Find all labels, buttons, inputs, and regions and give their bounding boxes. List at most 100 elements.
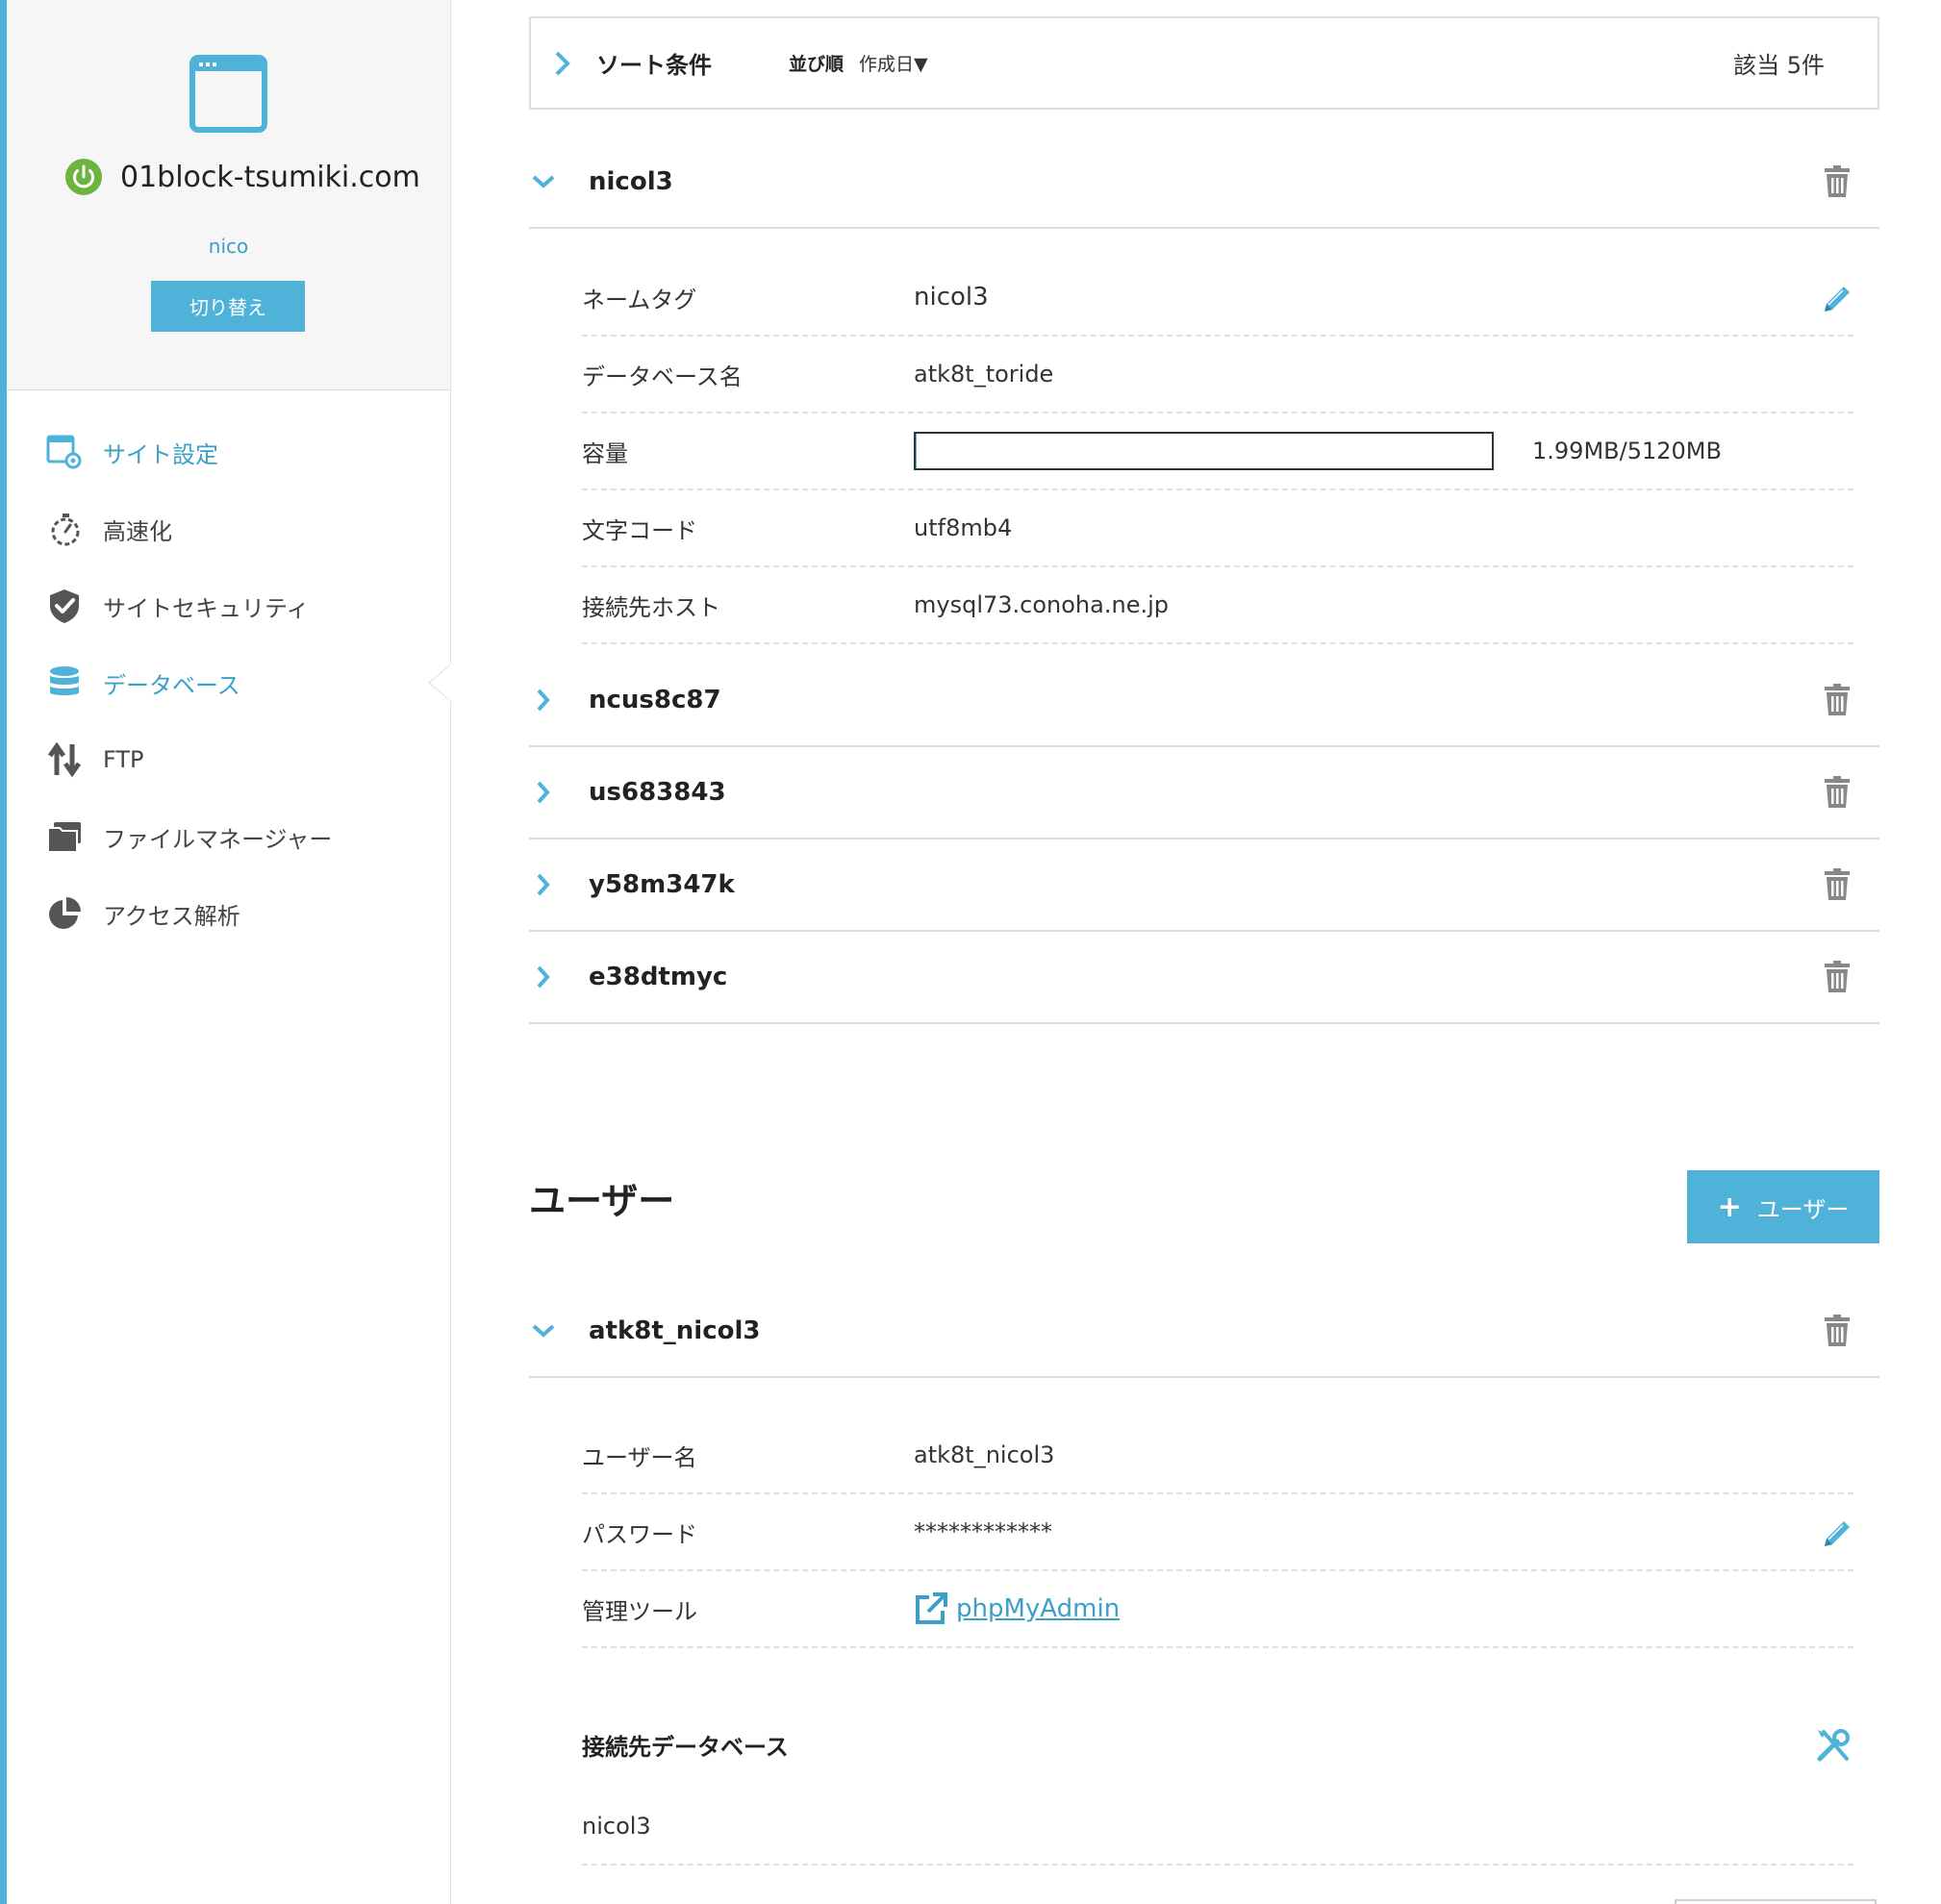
detail-row-password: パスワード ************	[582, 1494, 1853, 1571]
detail-row-dbname: データベース名 atk8t_toride	[582, 337, 1853, 413]
chevron-down-icon	[529, 167, 558, 196]
detail-value: nicol3	[914, 283, 989, 312]
chevron-down-icon	[529, 1316, 558, 1345]
detail-row-host: 接続先ホスト mysql73.conoha.ne.jp	[582, 567, 1853, 644]
connected-db-value: nicol3	[582, 1813, 651, 1840]
database-accordion-header[interactable]: e38dtmyc	[529, 932, 1879, 1024]
detail-row-nametag: ネームタグ nicol3	[582, 260, 1853, 337]
nav-item-file-manager[interactable]: ファイルマネージャー	[7, 798, 450, 875]
wrench-screwdriver-icon[interactable]	[1814, 1726, 1853, 1765]
add-user-label: ユーザー	[1756, 1195, 1850, 1223]
pencil-icon[interactable]	[1821, 283, 1853, 315]
database-name: ncus8c87	[589, 686, 721, 714]
nav-item-site-settings[interactable]: サイト設定	[7, 413, 450, 490]
site-domain: 01block-tsumiki.com	[120, 160, 420, 194]
detail-row-username: ユーザー名 atk8t_nicol3	[582, 1417, 1853, 1494]
trash-icon[interactable]	[1824, 868, 1851, 901]
folder-icon	[45, 817, 84, 856]
shield-check-icon	[45, 587, 84, 625]
sort-order-label: 並び順	[789, 54, 844, 75]
detail-value: utf8mb4	[914, 514, 1013, 541]
site-card: 01block-tsumiki.com nico 切り替え	[7, 0, 450, 390]
chevron-right-icon	[529, 778, 558, 807]
detail-label: 管理ツール	[582, 1597, 697, 1625]
detail-label: データベース名	[582, 363, 743, 390]
chevron-right-icon	[555, 51, 570, 75]
users-section-title: ユーザー	[529, 1180, 675, 1222]
nav-item-ftp[interactable]: FTP	[7, 721, 450, 798]
switch-site-button[interactable]: 切り替え	[151, 281, 305, 332]
nav-item-access-analytics[interactable]: アクセス解析	[7, 875, 450, 952]
detail-label: 文字コード	[582, 516, 697, 544]
database-name: e38dtmyc	[589, 963, 728, 991]
database-accordion-header[interactable]: y58m347k	[529, 839, 1879, 932]
nav-label: アクセス解析	[103, 902, 240, 930]
trash-icon[interactable]	[1824, 684, 1851, 716]
chevron-right-icon	[529, 686, 558, 714]
partial-bottom-element	[1675, 1899, 1877, 1904]
connected-db-title: 接続先データベース	[582, 1734, 789, 1761]
detail-value: mysql73.conoha.ne.jp	[914, 591, 1169, 618]
database-name: nicol3	[589, 167, 673, 196]
user-accordion-header[interactable]: atk8t_nicol3	[529, 1286, 1879, 1378]
nav-label: ファイルマネージャー	[103, 825, 333, 853]
nav-label: サイトセキュリティ	[103, 594, 310, 622]
detail-label: パスワード	[582, 1520, 697, 1548]
sort-order-dropdown[interactable]: 作成日▼	[859, 50, 928, 76]
phpmyadmin-link[interactable]: phpMyAdmin	[914, 1591, 1120, 1626]
add-user-button[interactable]: + ユーザー	[1687, 1170, 1879, 1243]
sidebar-nav: サイト設定 高速化 サイトセキュリティ データベース FTP ファイルマネージャ…	[7, 413, 451, 952]
database-accordion-header[interactable]: us683843	[529, 747, 1879, 839]
pie-chart-icon	[45, 894, 84, 933]
account-name: nico	[208, 235, 249, 258]
trash-icon[interactable]	[1824, 961, 1851, 993]
database-accordion-header[interactable]: ncus8c87	[529, 655, 1879, 747]
detail-row-capacity: 容量 1.99MB/5120MB	[582, 413, 1853, 490]
detail-row-admin-tool: 管理ツール phpMyAdmin	[582, 1571, 1853, 1648]
nav-item-security[interactable]: サイトセキュリティ	[7, 567, 450, 644]
plus-icon: +	[1717, 1190, 1742, 1224]
nav-item-speedup[interactable]: 高速化	[7, 490, 450, 567]
site-settings-icon	[45, 433, 84, 471]
power-icon	[65, 159, 102, 195]
sort-bar[interactable]: ソート条件 並び順 作成日▼ 該当 5件	[529, 16, 1879, 110]
capacity-text: 1.99MB/5120MB	[1532, 438, 1722, 464]
capacity-bar	[914, 432, 1494, 470]
connected-db-row: nicol3	[582, 1789, 1853, 1866]
trash-icon[interactable]	[1824, 165, 1851, 198]
user-name: atk8t_nicol3	[589, 1316, 761, 1345]
browser-window-icon	[189, 55, 267, 133]
detail-label: 容量	[582, 439, 628, 467]
database-name: y58m347k	[589, 870, 735, 899]
chevron-right-icon	[529, 870, 558, 899]
sidebar: 01block-tsumiki.com nico 切り替え サイト設定 高速化 …	[7, 0, 451, 1904]
trash-icon[interactable]	[1824, 1315, 1851, 1347]
nav-label: データベース	[103, 671, 240, 699]
phpmyadmin-link-label: phpMyAdmin	[956, 1594, 1121, 1623]
detail-label: ネームタグ	[582, 286, 697, 313]
detail-label: 接続先ホスト	[582, 593, 720, 621]
transfer-arrows-icon	[45, 740, 84, 779]
left-edge-strip	[0, 0, 7, 1904]
pencil-icon[interactable]	[1821, 1517, 1853, 1550]
external-link-icon	[916, 1592, 947, 1624]
nav-label: 高速化	[103, 517, 172, 545]
database-name: us683843	[589, 778, 726, 807]
password-value: ************	[914, 1518, 1052, 1545]
nav-item-database[interactable]: データベース	[7, 644, 451, 721]
nav-label: サイト設定	[103, 440, 218, 468]
sort-title: ソート条件	[596, 52, 712, 79]
chevron-right-icon	[529, 963, 558, 991]
detail-row-charset: 文字コード utf8mb4	[582, 490, 1853, 567]
database-icon	[45, 664, 84, 702]
result-count: 該当 5件	[1733, 52, 1825, 79]
trash-icon[interactable]	[1824, 776, 1851, 809]
active-indicator	[428, 664, 451, 702]
stopwatch-icon	[45, 510, 84, 548]
database-accordion-header[interactable]: nicol3	[529, 137, 1879, 229]
detail-value: atk8t_nicol3	[914, 1441, 1055, 1468]
site-domain-row: 01block-tsumiki.com	[64, 158, 420, 196]
detail-label: ユーザー名	[582, 1443, 697, 1471]
detail-value: atk8t_toride	[914, 361, 1054, 388]
nav-label: FTP	[103, 746, 144, 773]
